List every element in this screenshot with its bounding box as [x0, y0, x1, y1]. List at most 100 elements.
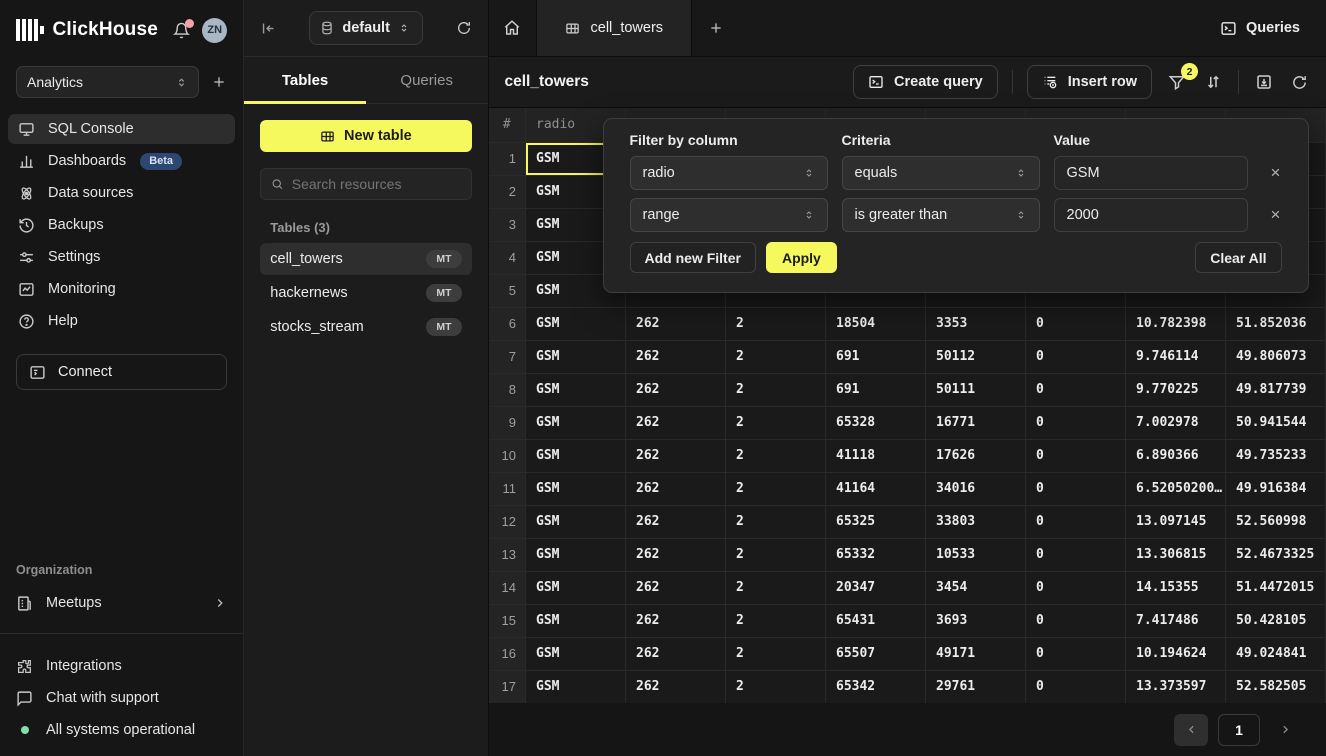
- tab-queries[interactable]: Queries: [366, 57, 488, 103]
- collapse-panel-button[interactable]: [260, 20, 277, 37]
- data-cell[interactable]: 49171: [926, 637, 1026, 670]
- sidebar-item-meetups[interactable]: Meetups: [0, 587, 243, 619]
- data-cell[interactable]: GSM: [526, 505, 626, 538]
- data-cell[interactable]: 2: [726, 604, 826, 637]
- data-cell[interactable]: 65332: [826, 538, 926, 571]
- data-cell[interactable]: 20347: [826, 571, 926, 604]
- download-button[interactable]: [1253, 71, 1275, 93]
- data-cell[interactable]: 3693: [926, 604, 1026, 637]
- sidebar-item-help[interactable]: Help: [8, 306, 235, 336]
- data-cell[interactable]: 2: [726, 373, 826, 406]
- data-cell[interactable]: GSM: [526, 307, 626, 340]
- avatar[interactable]: ZN: [202, 18, 227, 43]
- data-cell[interactable]: 65325: [826, 505, 926, 538]
- notifications-button[interactable]: [173, 22, 190, 39]
- data-cell[interactable]: 262: [626, 307, 726, 340]
- data-cell[interactable]: 262: [626, 373, 726, 406]
- data-cell[interactable]: 65431: [826, 604, 926, 637]
- queries-button[interactable]: Queries: [1194, 0, 1326, 56]
- database-select[interactable]: default: [309, 11, 423, 45]
- data-cell[interactable]: 65507: [826, 637, 926, 670]
- sort-button[interactable]: [1202, 71, 1224, 93]
- data-cell[interactable]: 262: [626, 571, 726, 604]
- data-cell[interactable]: 2: [726, 472, 826, 505]
- data-cell[interactable]: 3353: [926, 307, 1026, 340]
- tab-tables[interactable]: Tables: [244, 57, 366, 103]
- data-cell[interactable]: GSM: [526, 571, 626, 604]
- data-cell[interactable]: 65328: [826, 406, 926, 439]
- data-cell[interactable]: GSM: [526, 604, 626, 637]
- data-cell[interactable]: 2: [726, 505, 826, 538]
- table-list-item-hackernews[interactable]: hackernews MT: [260, 277, 471, 309]
- data-cell[interactable]: 0: [1026, 340, 1126, 373]
- data-cell[interactable]: 7.417486: [1126, 604, 1226, 637]
- data-cell[interactable]: 34016: [926, 472, 1026, 505]
- data-cell[interactable]: GSM: [526, 670, 626, 703]
- data-cell[interactable]: 6.52050200…: [1126, 472, 1226, 505]
- sidebar-item-sql-console[interactable]: SQL Console: [8, 114, 235, 144]
- data-cell[interactable]: GSM: [526, 406, 626, 439]
- data-cell[interactable]: GSM: [526, 340, 626, 373]
- data-cell[interactable]: 49.916384: [1226, 472, 1326, 505]
- create-query-button[interactable]: Create query: [853, 65, 998, 99]
- data-cell[interactable]: 49.817739: [1226, 373, 1326, 406]
- data-cell[interactable]: 14.15355: [1126, 571, 1226, 604]
- table-list-item-stocks-stream[interactable]: stocks_stream MT: [260, 311, 471, 343]
- prev-page-button[interactable]: [1174, 714, 1208, 746]
- data-cell[interactable]: GSM: [526, 637, 626, 670]
- filter-criteria-select[interactable]: equals: [842, 156, 1040, 190]
- data-cell[interactable]: 2: [726, 538, 826, 571]
- sidebar-item-data-sources[interactable]: Data sources: [8, 178, 235, 208]
- data-cell[interactable]: 65342: [826, 670, 926, 703]
- filter-column-select[interactable]: radio: [630, 156, 828, 190]
- data-cell[interactable]: 0: [1026, 439, 1126, 472]
- data-cell[interactable]: 0: [1026, 406, 1126, 439]
- data-cell[interactable]: 2: [726, 439, 826, 472]
- data-cell[interactable]: 52.560998: [1226, 505, 1326, 538]
- data-cell[interactable]: 13.373597: [1126, 670, 1226, 703]
- data-cell[interactable]: 0: [1026, 604, 1126, 637]
- data-cell[interactable]: 0: [1026, 373, 1126, 406]
- filter-value-input[interactable]: [1054, 198, 1248, 232]
- data-cell[interactable]: 0: [1026, 538, 1126, 571]
- data-cell[interactable]: 13.306815: [1126, 538, 1226, 571]
- data-cell[interactable]: 49.806073: [1226, 340, 1326, 373]
- data-cell[interactable]: 0: [1026, 505, 1126, 538]
- open-tab-cell-towers[interactable]: cell_towers: [537, 0, 693, 56]
- column-header-index[interactable]: #: [489, 108, 526, 142]
- data-cell[interactable]: 0: [1026, 670, 1126, 703]
- data-cell[interactable]: 50.428105: [1226, 604, 1326, 637]
- add-filter-button[interactable]: Add new Filter: [630, 242, 756, 273]
- data-cell[interactable]: 41118: [826, 439, 926, 472]
- data-cell[interactable]: GSM: [526, 439, 626, 472]
- sidebar-item-backups[interactable]: Backups: [8, 210, 235, 240]
- new-table-button[interactable]: New table: [260, 120, 471, 152]
- data-cell[interactable]: 9.746114: [1126, 340, 1226, 373]
- filter-column-select[interactable]: range: [630, 198, 828, 232]
- sidebar-item-chat-support[interactable]: Chat with support: [0, 682, 243, 714]
- data-cell[interactable]: 33803: [926, 505, 1026, 538]
- data-cell[interactable]: 2: [726, 637, 826, 670]
- data-cell[interactable]: 51.4472015: [1226, 571, 1326, 604]
- data-cell[interactable]: 262: [626, 472, 726, 505]
- data-cell[interactable]: 262: [626, 637, 726, 670]
- current-page-indicator[interactable]: 1: [1218, 714, 1260, 746]
- filter-criteria-select[interactable]: is greater than: [842, 198, 1040, 232]
- data-cell[interactable]: 2: [726, 307, 826, 340]
- search-resources-box[interactable]: [260, 168, 471, 200]
- data-cell[interactable]: 2: [726, 571, 826, 604]
- data-cell[interactable]: 3454: [926, 571, 1026, 604]
- connect-button[interactable]: Connect: [16, 354, 227, 390]
- sidebar-item-monitoring[interactable]: Monitoring: [8, 274, 235, 304]
- data-cell[interactable]: 52.4673325: [1226, 538, 1326, 571]
- data-cell[interactable]: 262: [626, 505, 726, 538]
- data-cell[interactable]: 2: [726, 670, 826, 703]
- remove-filter-button[interactable]: ×: [1262, 201, 1290, 229]
- data-cell[interactable]: 0: [1026, 472, 1126, 505]
- table-list-item-cell-towers[interactable]: cell_towers MT: [260, 243, 471, 275]
- remove-filter-button[interactable]: ×: [1262, 159, 1290, 187]
- add-workspace-button[interactable]: [211, 74, 227, 90]
- search-resources-input[interactable]: [292, 176, 461, 192]
- data-cell[interactable]: 6.890366: [1126, 439, 1226, 472]
- data-cell[interactable]: 16771: [926, 406, 1026, 439]
